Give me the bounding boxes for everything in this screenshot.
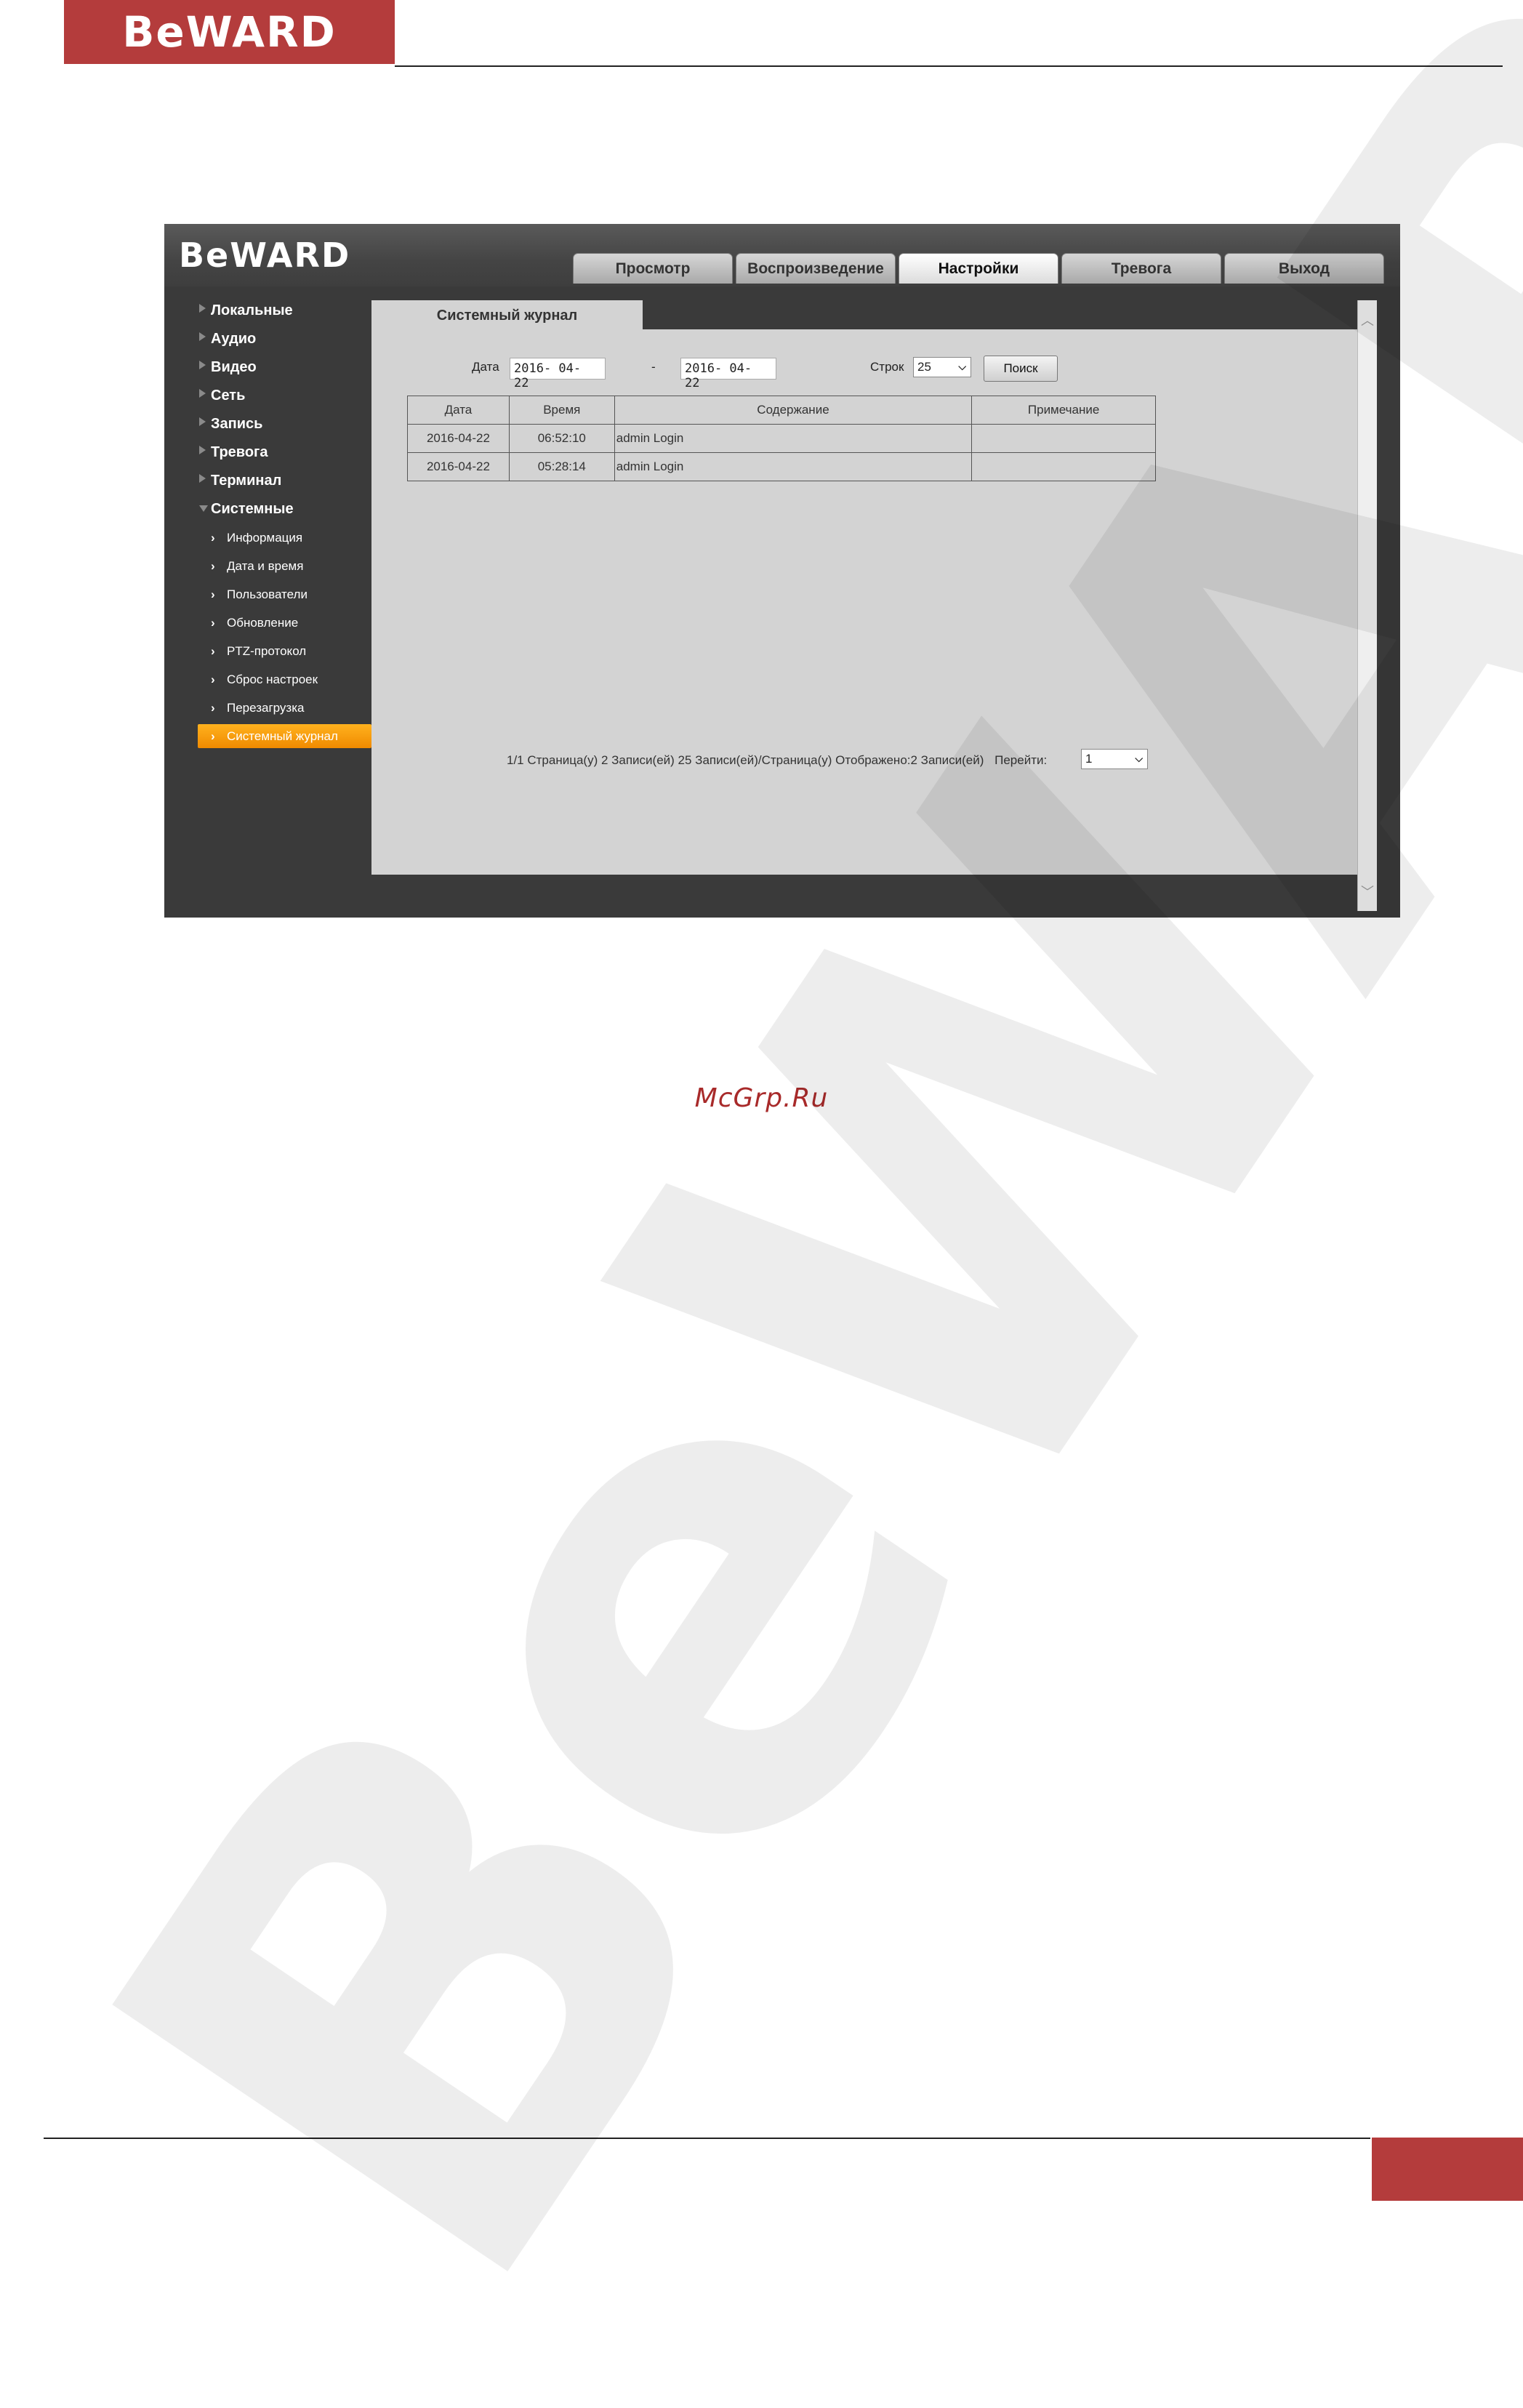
- cell-date: 2016-04-22: [407, 424, 510, 453]
- cell-note: [971, 452, 1156, 481]
- scroll-up-icon[interactable]: ︿: [1358, 310, 1377, 329]
- pagination-info: 1/1 Страница(у) 2 Записи(ей) 25 Записи(е…: [507, 753, 1047, 768]
- tab-preview[interactable]: Просмотр: [573, 253, 733, 284]
- sidebar-item-alarm[interactable]: Тревога: [164, 438, 371, 467]
- sidebar-subitem-reboot[interactable]: › Перезагрузка: [164, 694, 371, 722]
- column-header-content[interactable]: Содержание: [614, 396, 973, 425]
- filter-row: Дата 2016- 04- 22 - 2016- 04- 22 Строк 2…: [371, 356, 1357, 390]
- chevron-right-icon: ›: [211, 700, 215, 715]
- column-header-note[interactable]: Примечание: [971, 396, 1156, 425]
- chevron-right-icon: ›: [211, 615, 215, 630]
- app-window: BeWARD Просмотр Воспроизведение Настройк…: [164, 224, 1400, 918]
- column-header-time[interactable]: Время: [508, 396, 615, 425]
- site-watermark: McGrp.Ru: [694, 1083, 829, 1113]
- cell-content: admin Login: [614, 452, 973, 481]
- sidebar-item-record[interactable]: Запись: [164, 410, 371, 438]
- chevron-right-icon: ›: [211, 587, 215, 601]
- footer-page-block: [1372, 2138, 1523, 2201]
- chevron-right-icon: ›: [211, 558, 215, 573]
- tab-settings[interactable]: Настройки: [899, 253, 1058, 284]
- expand-arrow-icon: [199, 446, 206, 454]
- expand-arrow-icon: [199, 332, 206, 341]
- main-tabs: Просмотр Воспроизведение Настройки Трево…: [573, 253, 1384, 284]
- page-select[interactable]: 1 ⌵: [1081, 749, 1148, 769]
- table-header-row: Дата Время Содержание Примечание: [407, 396, 1156, 425]
- sidebar-item-audio[interactable]: Аудио: [164, 325, 371, 353]
- app-logo: BeWARD: [179, 236, 351, 275]
- pagination-text: 1/1 Страница(у) 2 Записи(ей) 25 Записи(е…: [507, 753, 984, 767]
- column-header-date[interactable]: Дата: [407, 396, 510, 425]
- chevron-down-icon: ⌵: [958, 361, 966, 372]
- cell-note: [971, 424, 1156, 453]
- footer-divider: [44, 2138, 1370, 2139]
- tab-logout[interactable]: Выход: [1224, 253, 1384, 284]
- sidebar-item-local[interactable]: Локальные: [164, 297, 371, 325]
- chevron-right-icon: ›: [211, 729, 215, 743]
- chevron-right-icon: ›: [211, 672, 215, 686]
- sidebar-subitem-syslog[interactable]: › Системный журнал: [198, 724, 371, 748]
- chevron-right-icon: ›: [211, 643, 215, 658]
- rows-per-page-select[interactable]: 25 ⌵: [913, 357, 971, 377]
- sidebar-subitem-users[interactable]: › Пользователи: [164, 580, 371, 609]
- collapse-arrow-icon: [199, 505, 208, 512]
- sidebar-subitem-ptz[interactable]: › PTZ-протокол: [164, 637, 371, 665]
- expand-arrow-icon: [199, 304, 206, 313]
- page-select-value: 1: [1085, 752, 1093, 766]
- table-row[interactable]: 2016-04-22 05:28:14 admin Login: [407, 452, 1156, 481]
- cell-time: 06:52:10: [508, 424, 615, 453]
- tab-playback[interactable]: Воспроизведение: [736, 253, 896, 284]
- cell-content: admin Login: [614, 424, 973, 453]
- sidebar-item-system[interactable]: Системные: [164, 495, 371, 523]
- sidebar-subitem-reset[interactable]: › Сброс настроек: [164, 665, 371, 694]
- expand-arrow-icon: [199, 417, 206, 426]
- search-button[interactable]: Поиск: [984, 356, 1058, 382]
- cell-date: 2016-04-22: [407, 452, 510, 481]
- sidebar-item-terminal[interactable]: Терминал: [164, 467, 371, 495]
- date-label: Дата: [472, 360, 499, 374]
- chevron-down-icon: ⌵: [1135, 752, 1143, 764]
- rows-per-page-value: 25: [917, 360, 931, 374]
- sidebar: Локальные Аудио Видео Сеть Запись Тревог…: [164, 297, 371, 750]
- date-range-dash: -: [651, 360, 656, 374]
- scroll-down-icon[interactable]: ﹀: [1358, 882, 1377, 901]
- cell-time: 05:28:14: [508, 452, 615, 481]
- goto-label: Перейти:: [994, 753, 1048, 767]
- app-header: BeWARD Просмотр Воспроизведение Настройк…: [164, 224, 1400, 286]
- log-table: Дата Время Содержание Примечание 2016-04…: [407, 396, 1156, 481]
- header-divider: [395, 65, 1503, 67]
- rows-label: Строк: [870, 360, 904, 374]
- expand-arrow-icon: [199, 474, 206, 483]
- sidebar-item-network[interactable]: Сеть: [164, 382, 371, 410]
- sidebar-subitem-info[interactable]: › Информация: [164, 523, 371, 552]
- sidebar-subitem-datetime[interactable]: › Дата и время: [164, 552, 371, 580]
- chevron-right-icon: ›: [211, 530, 215, 545]
- document-header-logo: BeWARD: [64, 0, 395, 64]
- date-from-input[interactable]: 2016- 04- 22: [510, 358, 606, 390]
- expand-arrow-icon: [199, 389, 206, 398]
- vertical-scrollbar[interactable]: ︿ ﹀: [1357, 300, 1377, 911]
- table-row[interactable]: 2016-04-22 06:52:10 admin Login: [407, 424, 1156, 453]
- sidebar-subitem-update[interactable]: › Обновление: [164, 609, 371, 637]
- expand-arrow-icon: [199, 361, 206, 369]
- content-panel: Системный журнал Дата 2016- 04- 22 - 201…: [371, 300, 1357, 875]
- panel-title-tab[interactable]: Системный журнал: [371, 300, 643, 332]
- sidebar-item-video[interactable]: Видео: [164, 353, 371, 382]
- tab-alarm[interactable]: Тревога: [1061, 253, 1221, 284]
- date-to-input[interactable]: 2016- 04- 22: [680, 358, 776, 390]
